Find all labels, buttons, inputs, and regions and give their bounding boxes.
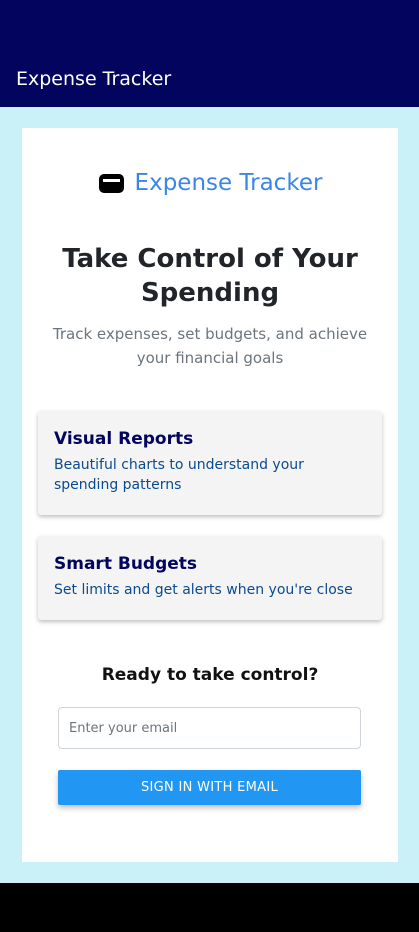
welcome-card: Expense Tracker Take Control of Your Spe… — [22, 128, 398, 862]
main-content: Expense Tracker Take Control of Your Spe… — [0, 107, 419, 883]
feature-title: Smart Budgets — [54, 554, 198, 574]
page-subtitle: Track expenses, set budgets, and achieve… — [52, 325, 368, 367]
feature-title: Visual Reports — [54, 429, 194, 449]
sign-in-with-email-button[interactable]: SIGN IN WITH EMAIL — [58, 770, 361, 805]
feature-card-smart-budgets: Smart Budgets Set limits and get alerts … — [38, 536, 382, 620]
wallet-icon — [98, 174, 124, 193]
feature-description: Set limits and get alerts when you're cl… — [54, 582, 353, 598]
cta-heading: Ready to take control? — [101, 665, 319, 685]
email-field[interactable] — [58, 707, 361, 749]
brand: Expense Tracker — [22, 168, 398, 198]
brand-name: Expense Tracker — [134, 170, 323, 196]
page-title: Take Control of Your Spending — [62, 244, 358, 308]
app-bar-title: Expense Tracker — [16, 68, 172, 90]
app-bar: Expense Tracker — [0, 0, 419, 107]
feature-description: Beautiful charts to understand your spen… — [54, 457, 304, 493]
feature-card-visual-reports: Visual Reports Beautiful charts to under… — [38, 411, 382, 515]
